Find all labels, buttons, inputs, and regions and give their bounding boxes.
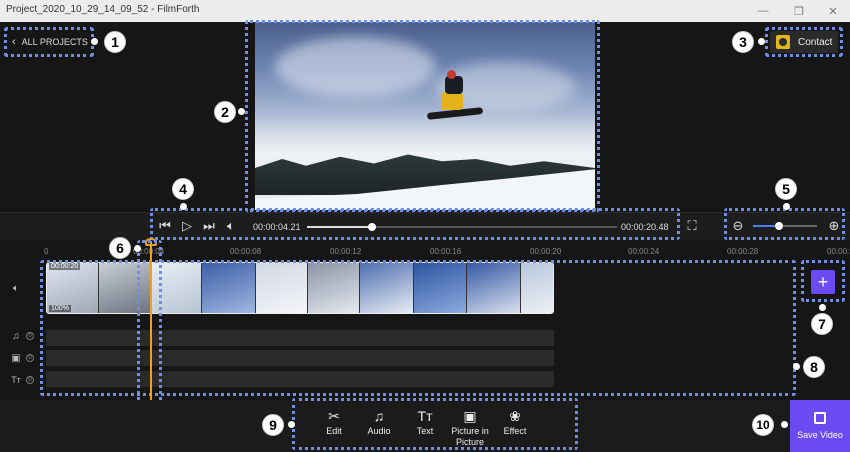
save-icon [814, 412, 826, 424]
music-note-icon: ♫ [12, 330, 20, 342]
fullscreen-icon[interactable]: ⛶ [684, 218, 700, 234]
highlight-2 [245, 20, 600, 212]
callout-dot-7 [819, 304, 826, 311]
callout-6: 6 [109, 237, 131, 259]
ruler-label: 00:00:12 [330, 247, 362, 256]
window-titlebar: Project_2020_10_29_14_09_52 - FilmForth … [0, 0, 850, 22]
callout-8: 8 [803, 356, 825, 378]
window-title: Project_2020_10_29_14_09_52 - FilmForth [6, 4, 200, 15]
callout-5: 5 [775, 178, 797, 200]
highlight-7 [801, 260, 845, 302]
callout-3: 3 [732, 31, 754, 53]
callout-4: 4 [172, 178, 194, 200]
ruler-label: 00:00:28 [727, 247, 759, 256]
callout-dot-2 [238, 108, 245, 115]
close-button[interactable]: ✕ [816, 0, 850, 22]
maximize-button[interactable]: ❐ [782, 0, 816, 22]
callout-1: 1 [104, 31, 126, 53]
callout-9: 9 [262, 414, 284, 436]
speaker-icon[interactable]: 🔈︎ [10, 282, 22, 294]
minimize-button[interactable]: — [746, 0, 780, 22]
save-video-button[interactable]: Save Video [790, 400, 850, 452]
highlight-9 [292, 398, 578, 450]
save-video-label: Save Video [797, 430, 843, 440]
ruler-label: 00:00:32 [827, 247, 850, 256]
highlight-3 [765, 27, 843, 57]
callout-dot-1 [91, 38, 98, 45]
ruler-label: 00:00:08 [230, 247, 262, 256]
highlight-1 [4, 27, 94, 57]
highlight-6 [137, 240, 162, 406]
ruler-label: 00:00:24 [628, 247, 660, 256]
pip-icon: ▣ [11, 352, 21, 364]
audio-track-badge: 0 [26, 332, 34, 340]
callout-2: 2 [214, 101, 236, 123]
callout-dot-5 [783, 203, 790, 210]
highlight-5 [724, 208, 845, 240]
callout-dot-3 [758, 38, 765, 45]
highlight-4 [150, 208, 680, 240]
text-icon: Tт [11, 375, 21, 385]
callout-dot-10 [781, 421, 788, 428]
callout-7: 7 [811, 313, 833, 335]
callout-dot-4 [180, 203, 187, 210]
ruler-label: 00:00:16 [430, 247, 462, 256]
callout-dot-9 [288, 421, 295, 428]
callout-10: 10 [752, 414, 774, 436]
callout-dot-8 [793, 363, 800, 370]
text-track-badge: 0 [26, 376, 34, 384]
ruler-label: 0 [44, 247, 49, 256]
pip-track-badge: 0 [26, 354, 34, 362]
ruler-label: 00:00:20 [530, 247, 562, 256]
callout-dot-6 [134, 245, 141, 252]
